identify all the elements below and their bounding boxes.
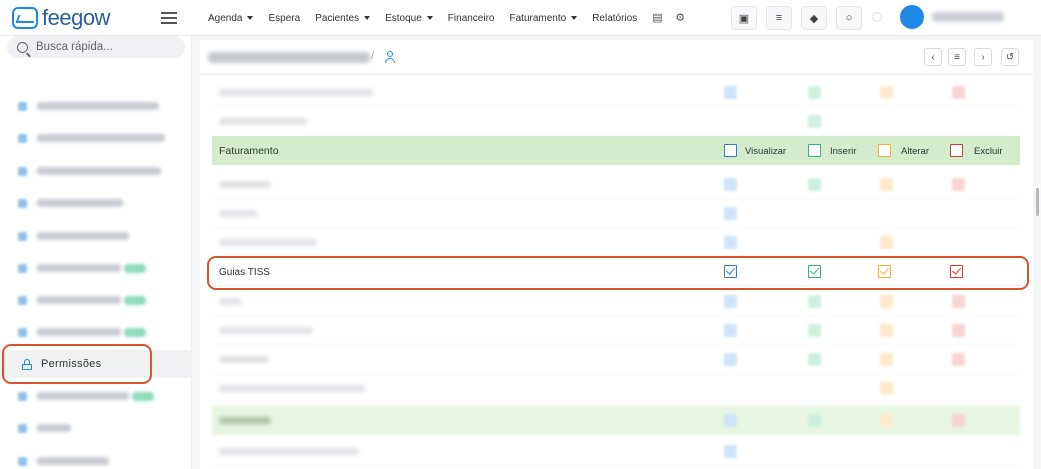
user-name-redacted[interactable] (932, 12, 1004, 22)
guias-tiss-excluir-checkbox[interactable] (950, 265, 963, 278)
search-icon (17, 41, 28, 53)
select-all-alterar-checkbox[interactable] (878, 144, 891, 157)
table-row (212, 199, 1020, 228)
lock-icon (22, 358, 32, 370)
avatar[interactable] (900, 5, 924, 29)
prev-icon[interactable]: ‹ (924, 48, 942, 66)
nav-relatorios-label: Relatórios (592, 12, 638, 24)
brand-name: feegow (42, 5, 110, 30)
nav-relatorios[interactable]: Relatórios (592, 13, 637, 24)
col-inserir: Inserir (830, 146, 857, 157)
sidebar-item[interactable] (0, 414, 191, 442)
inbox-icon[interactable]: ▣ (731, 6, 757, 30)
table-row (212, 316, 1020, 345)
sidebar: Busca rápida... Permissões (0, 36, 192, 469)
breadcrumb-separator: / (371, 50, 375, 62)
table-row (212, 170, 1020, 199)
sidebar-item[interactable] (0, 157, 191, 185)
table-row (212, 374, 1020, 403)
group-label: Faturamento (219, 145, 279, 157)
permissions-table: Faturamento Visualizar Inserir Alterar E… (200, 76, 1033, 469)
sidebar-item[interactable] (0, 318, 191, 346)
page-title-redacted (208, 52, 370, 63)
caret-down-icon (426, 16, 433, 20)
table-row (212, 228, 1020, 257)
nav-estoque[interactable]: Estoque (385, 13, 433, 24)
guias-tiss-alterar-checkbox[interactable] (878, 265, 891, 278)
nav-financeiro-label: Financeiro (447, 12, 495, 24)
menu-toggle-icon[interactable] (160, 9, 178, 27)
table-row (212, 287, 1020, 316)
next-icon[interactable]: › (974, 48, 992, 66)
sidebar-item[interactable] (0, 286, 191, 314)
select-all-excluir-checkbox[interactable] (950, 144, 963, 157)
database-icon[interactable]: ▤ (652, 12, 663, 24)
history-icon[interactable]: ↺ (1001, 48, 1019, 66)
nav-espera[interactable]: Espera (268, 13, 300, 24)
caret-down-icon (571, 16, 578, 20)
col-excluir: Excluir (974, 146, 1003, 157)
sidebar-item[interactable] (0, 222, 191, 250)
guias-tiss-inserir-checkbox[interactable] (808, 265, 821, 278)
guias-tiss-visualizar-checkbox[interactable] (724, 265, 737, 278)
bell-icon[interactable]: ◆ (801, 6, 827, 30)
sidebar-item[interactable] (0, 189, 191, 217)
search-placeholder: Busca rápida... (36, 41, 113, 53)
table-row (212, 107, 1020, 136)
user-icon (384, 51, 396, 63)
scrollbar[interactable] (1036, 188, 1039, 216)
col-alterar: Alterar (901, 146, 929, 157)
sidebar-item-label: Permissões (41, 358, 102, 370)
sidebar-item[interactable] (0, 92, 191, 120)
nav-estoque-label: Estoque (385, 12, 422, 24)
page-header: / ‹ ≡ › ↺ (200, 40, 1033, 74)
select-all-inserir-checkbox[interactable] (808, 144, 821, 157)
settings-icon[interactable]: ⚙ (675, 12, 686, 24)
tasks-icon[interactable]: ≡ (766, 6, 792, 30)
table-row (212, 345, 1020, 374)
group-header (212, 406, 1020, 435)
nav-agenda-label: Agenda (208, 12, 243, 24)
sidebar-item[interactable] (0, 124, 191, 152)
main-nav: Agenda Espera Pacientes Estoque Financei… (208, 0, 698, 36)
table-row (212, 78, 1020, 107)
caret-down-icon (247, 16, 254, 20)
search-input[interactable]: Busca rápida... (7, 36, 185, 58)
select-all-visualizar-checkbox[interactable] (724, 144, 737, 157)
list-icon[interactable]: ≡ (948, 48, 966, 66)
feegow-logo[interactable]: feegow (12, 5, 110, 30)
table-row (212, 437, 1020, 466)
sidebar-item[interactable] (0, 447, 191, 469)
sidebar-item[interactable] (0, 382, 191, 410)
nav-agenda[interactable]: Agenda (208, 12, 254, 24)
nav-faturamento[interactable]: Faturamento (510, 13, 578, 24)
caret-down-icon (364, 16, 371, 20)
nav-faturamento-label: Faturamento (509, 12, 567, 24)
nav-financeiro[interactable]: Financeiro (448, 13, 495, 24)
nav-espera-label: Espera (268, 12, 301, 24)
sidebar-item-permissoes[interactable]: Permissões (0, 350, 191, 378)
col-visualizar: Visualizar (745, 146, 787, 157)
nav-pacientes[interactable]: Pacientes (315, 12, 371, 24)
nav-pacientes-label: Pacientes (315, 12, 360, 24)
chat-icon[interactable]: ○ (836, 6, 862, 30)
group-header-faturamento: Faturamento Visualizar Inserir Alterar E… (212, 136, 1020, 165)
row-label: Guias TISS (219, 267, 270, 278)
top-bar: feegow Agenda Espera Pacientes Estoque F… (0, 0, 1041, 36)
sidebar-item[interactable] (0, 254, 191, 282)
table-row-guias-tiss: Guias TISS (212, 257, 1020, 286)
status-icon[interactable] (872, 12, 882, 22)
logo-icon (12, 7, 38, 29)
